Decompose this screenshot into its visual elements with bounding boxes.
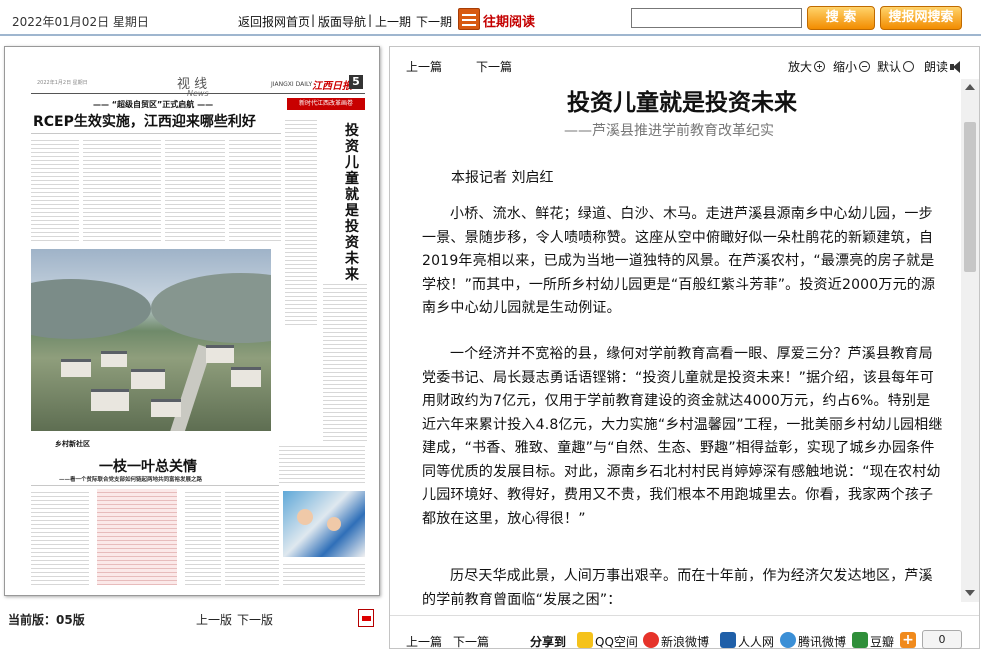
page-nav-link[interactable]: 版面导航 xyxy=(318,13,366,30)
masthead-en: JIANGXI DAILY xyxy=(271,81,313,88)
article-title: 投资儿童就是投资未来 xyxy=(567,89,797,116)
more-share-icon[interactable]: + xyxy=(900,632,916,648)
minus-circle-icon xyxy=(859,61,871,72)
separator: | xyxy=(311,13,316,27)
village-photo xyxy=(31,249,271,431)
search-button-label: 搜 索 xyxy=(825,10,857,25)
article-scrollbar[interactable] xyxy=(961,79,979,602)
share-label: 分享到 xyxy=(530,635,567,649)
search-button[interactable]: 搜 索 xyxy=(807,6,875,30)
article-paragraph: 小桥、流水、鲜花；绿道、白沙、木马。走进芦溪县源南乡中心幼儿园，一步一景、景随步… xyxy=(422,206,936,316)
prev-page-link[interactable]: 上一版 xyxy=(196,611,232,628)
separator: | xyxy=(368,13,373,27)
article-content: 投资儿童就是投资未来 ——芦溪县推进学前教育改革纪实 本报记者 刘启红 小桥、流… xyxy=(404,79,960,614)
text-column xyxy=(83,137,161,241)
divider xyxy=(390,615,979,616)
read-aloud-button[interactable]: 朗读 xyxy=(924,58,964,75)
next-article-link[interactable]: 下一篇 xyxy=(476,58,512,75)
text-column xyxy=(323,281,367,441)
text-column xyxy=(229,137,281,241)
text-column xyxy=(31,137,79,241)
renren-icon[interactable] xyxy=(720,632,736,648)
headline1: RCEP生效实施，江西迎来哪些利好 xyxy=(33,114,256,130)
newspaper-page-panel: 2022年1月2日 星期日 视 线 News JIANGXI DAILY 江西日… xyxy=(4,46,380,596)
headline1-kicker: —— “超级自贸区”正式启航 —— xyxy=(93,100,214,109)
plus-circle-icon xyxy=(814,61,826,72)
text-column xyxy=(225,489,279,585)
next-article-link-bottom[interactable]: 下一篇 xyxy=(453,633,489,650)
share-count: 0 xyxy=(922,630,962,649)
default-size-label: 默认 xyxy=(877,60,902,74)
text-column xyxy=(31,489,89,585)
read-aloud-label: 朗读 xyxy=(924,60,949,74)
article-paragraph: 历尽天华成此景，人间万事出艰辛。而在十年前，作为经济欠发达地区，芦溪的学前教育曾… xyxy=(422,568,933,608)
current-page-value: 05版 xyxy=(56,613,85,627)
text-column xyxy=(279,443,365,483)
article-byline: 本报记者 刘启红 xyxy=(451,170,554,186)
page-number: 5 xyxy=(349,75,363,89)
qzone-icon[interactable] xyxy=(577,632,593,648)
share-qzone[interactable]: QQ空间 xyxy=(595,633,638,650)
article-subtitle: ——芦溪县推进学前教育改革纪实 xyxy=(564,123,774,139)
pdf-download-icon[interactable] xyxy=(358,609,374,627)
page-date-small: 2022年1月2日 星期日 xyxy=(37,80,88,86)
article-paragraph: 一个经济并不宽裕的县，缘何对学前教育高看一眼、厚爱三分？芦溪县教育局党委书记、局… xyxy=(422,346,943,527)
zoom-out-label: 缩小 xyxy=(833,60,858,74)
past-reading-label: 往期阅读 xyxy=(483,15,536,30)
column-tag: 新时代江西改革画卷 xyxy=(287,98,365,110)
photo-caption: 乡村新社区 xyxy=(55,440,90,448)
past-reading-button[interactable]: 往期阅读 xyxy=(458,8,544,30)
home-link[interactable]: 返回报网首页 xyxy=(238,13,310,30)
rule xyxy=(31,93,365,94)
prev-article-link-bottom[interactable]: 上一篇 xyxy=(406,633,442,650)
next-page-link[interactable]: 下一版 xyxy=(237,611,273,628)
masthead-cn: 江西日报 xyxy=(312,81,352,92)
text-column xyxy=(283,561,365,585)
weibo-icon[interactable] xyxy=(643,632,659,648)
current-page-label: 当前版： xyxy=(8,613,57,627)
zoom-in-label: 放大 xyxy=(788,60,813,74)
children-photo xyxy=(283,491,365,557)
text-column xyxy=(285,117,317,327)
text-column xyxy=(165,137,225,241)
zoom-in-button[interactable]: 放大 xyxy=(788,58,826,75)
douban-icon[interactable] xyxy=(852,632,868,648)
site-search-button[interactable]: 搜报网搜索 xyxy=(880,6,962,30)
next-issue-link[interactable]: 下一期 xyxy=(416,13,452,30)
headline2: 一枝一叶总关情 xyxy=(99,459,197,475)
share-tencent-weibo[interactable]: 腾讯微博 xyxy=(798,633,846,650)
newspaper-page-image[interactable]: 2022年1月2日 星期日 视 线 News JIANGXI DAILY 江西日… xyxy=(9,51,375,591)
text-column xyxy=(185,489,221,585)
share-sina-weibo[interactable]: 新浪微博 xyxy=(661,633,709,650)
rule xyxy=(31,133,281,134)
current-page: 当前版：05版 xyxy=(8,611,85,628)
circle-icon xyxy=(903,61,915,72)
prev-issue-link[interactable]: 上一期 xyxy=(375,13,411,30)
speaker-icon xyxy=(950,61,964,73)
tencent-weibo-icon[interactable] xyxy=(780,632,796,648)
text-column xyxy=(97,489,177,585)
default-size-button[interactable]: 默认 xyxy=(877,58,915,75)
site-search-button-label: 搜报网搜索 xyxy=(888,10,954,25)
calendar-icon xyxy=(458,8,480,30)
share-renren[interactable]: 人人网 xyxy=(738,633,774,650)
share-douban[interactable]: 豆瓣 xyxy=(870,633,894,650)
issue-date: 2022年01月02日 星期日 xyxy=(12,15,149,29)
scrollbar-thumb[interactable] xyxy=(964,122,976,272)
scroll-down-icon[interactable] xyxy=(961,584,979,602)
zoom-out-button[interactable]: 缩小 xyxy=(833,58,871,75)
scroll-up-icon[interactable] xyxy=(961,79,979,97)
prev-article-link[interactable]: 上一篇 xyxy=(406,58,442,75)
search-input[interactable] xyxy=(631,8,802,28)
headline2-sub: ——看一个贫际联合党支部如何链起两地共同富裕发展之路 xyxy=(59,477,203,483)
vertical-headline: 投资儿童就是投资未来 xyxy=(345,123,359,283)
rule xyxy=(31,485,279,486)
article-panel: 上一篇 下一篇 放大 缩小 默认 朗读 投资儿童就是投资未来 ——芦溪县推进学前… xyxy=(389,46,980,649)
divider xyxy=(0,34,981,36)
